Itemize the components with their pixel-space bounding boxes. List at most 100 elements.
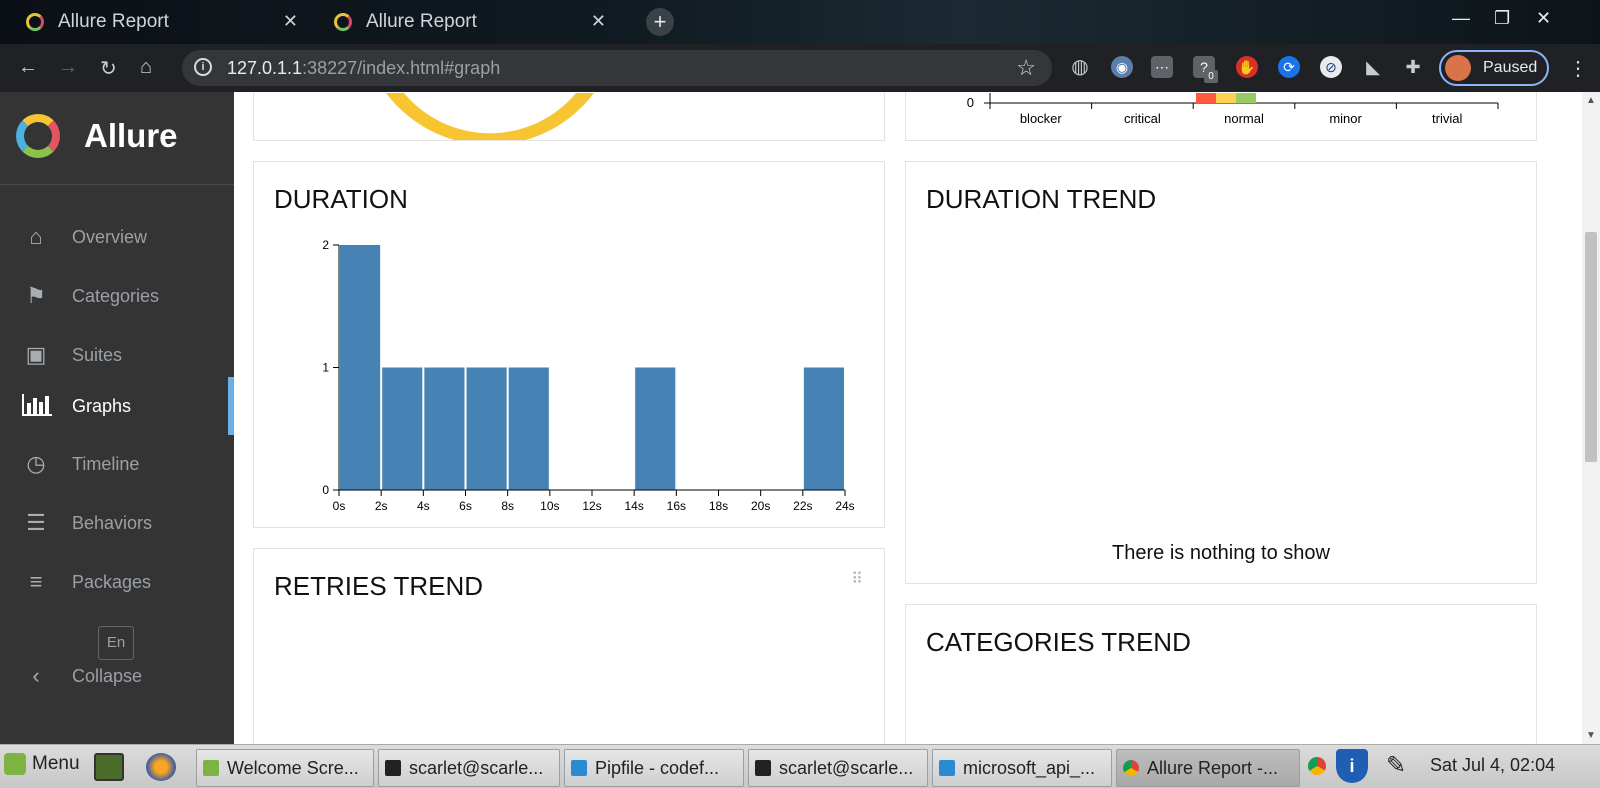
card-title: CATEGORIES TREND bbox=[926, 627, 1191, 657]
eyes-extension-icon[interactable]: ◉ bbox=[1111, 56, 1133, 78]
brand[interactable]: Allure bbox=[16, 114, 178, 158]
bookmark-extension-icon[interactable]: ◣ bbox=[1362, 56, 1384, 78]
profile-button[interactable]: Paused bbox=[1439, 50, 1549, 86]
chrome-icon bbox=[1123, 760, 1139, 776]
update-shield-icon[interactable]: i bbox=[1336, 749, 1368, 783]
terminal-icon bbox=[755, 760, 771, 776]
show-desktop-icon[interactable] bbox=[94, 753, 124, 781]
browser-tab-strip: Allure Report ✕ Allure Report ✕ + — ❐ ✕ bbox=[0, 0, 1600, 44]
sync-extension-icon[interactable]: ⟳ bbox=[1278, 56, 1300, 78]
taskbar-window[interactable]: Welcome Scre... bbox=[196, 749, 374, 787]
close-tab-icon[interactable]: ✕ bbox=[283, 11, 298, 32]
y-tick-label: 0 bbox=[967, 95, 974, 110]
new-tab-button[interactable]: + bbox=[646, 8, 674, 36]
status-pie-chart bbox=[386, 93, 594, 140]
window-icon bbox=[203, 760, 219, 776]
sidebar-item-graphs[interactable]: Graphs bbox=[0, 377, 234, 435]
browser-menu-icon[interactable]: ⋮ bbox=[1568, 56, 1588, 81]
profile-status: Paused bbox=[1483, 59, 1538, 76]
taskbar-window[interactable]: Pipfile - codef... bbox=[564, 749, 744, 787]
globe-extension-icon[interactable]: ◍ bbox=[1069, 56, 1091, 78]
forward-arrow-icon[interactable]: → bbox=[58, 56, 78, 79]
tab-title: Allure Report bbox=[58, 11, 169, 32]
histogram-bar bbox=[424, 367, 465, 490]
taskbar-window[interactable]: scarlet@scarle... bbox=[748, 749, 928, 787]
url-text[interactable]: 127.0.1.1:38227/index.html#graph bbox=[227, 58, 500, 79]
collapse-label: Collapse bbox=[72, 665, 143, 686]
scrollbar-thumb[interactable] bbox=[1585, 232, 1597, 462]
sidebar-item-overview[interactable]: ⌂ Overview bbox=[0, 209, 234, 265]
histogram-bar bbox=[635, 367, 676, 490]
start-menu-button[interactable]: Menu bbox=[4, 753, 80, 775]
page-scrollbar[interactable]: ▲ ▼ bbox=[1582, 92, 1600, 744]
x-tick-label: minor bbox=[1329, 111, 1362, 126]
histogram-bar bbox=[803, 367, 844, 490]
pie-slice bbox=[386, 93, 594, 140]
more-extension-icon[interactable]: ⋯ bbox=[1151, 56, 1173, 78]
x-tick-label: critical bbox=[1124, 111, 1161, 126]
sidebar-item-timeline[interactable]: ◷ Timeline bbox=[0, 436, 234, 492]
window-label: scarlet@scarle... bbox=[409, 757, 544, 778]
drag-handle-icon[interactable]: ⠿ bbox=[851, 569, 864, 589]
x-tick-label: 8s bbox=[501, 499, 514, 513]
sidebar-item-behaviors[interactable]: ☰ Behaviors bbox=[0, 495, 234, 551]
vscode-icon bbox=[939, 760, 955, 776]
sidebar-item-packages[interactable]: ≡ Packages bbox=[0, 554, 234, 610]
mint-logo-icon bbox=[4, 753, 26, 775]
home-icon[interactable]: ⌂ bbox=[140, 56, 152, 79]
scroll-up-icon[interactable]: ▲ bbox=[1586, 95, 1596, 106]
browser-tab[interactable]: Allure Report ✕ bbox=[308, 0, 616, 44]
x-tick-label: 6s bbox=[459, 499, 472, 513]
duration-histogram: 0120s 2s 4s 6s 8s 10s 12s 14s 16s 18s 20s 22s 24s bbox=[322, 238, 854, 513]
status-chart-card bbox=[253, 92, 885, 141]
block-extension-icon[interactable]: ⊘ bbox=[1320, 56, 1342, 78]
reload-icon[interactable]: ↻ bbox=[100, 56, 117, 81]
stop-hand-extension-icon[interactable]: ✋ bbox=[1236, 56, 1258, 78]
severity-bar-failed bbox=[1196, 93, 1216, 103]
x-tick-label: trivial bbox=[1432, 111, 1462, 126]
window-label: Pipfile - codef... bbox=[595, 757, 720, 778]
puzzle-extensions-icon[interactable]: ✚ bbox=[1402, 56, 1424, 78]
chrome-tray-icon[interactable] bbox=[1308, 757, 1326, 775]
close-tab-icon[interactable]: ✕ bbox=[591, 11, 606, 32]
back-arrow-icon[interactable]: ← bbox=[18, 56, 38, 79]
extension-badge: 0 bbox=[1204, 70, 1218, 83]
site-info-icon[interactable]: i bbox=[194, 58, 212, 76]
window-label: microsoft_api_... bbox=[963, 757, 1096, 778]
histogram-bar bbox=[382, 367, 423, 490]
histogram-bar bbox=[340, 245, 381, 490]
address-bar[interactable]: i 127.0.1.1:38227/index.html#graph ☆ bbox=[182, 50, 1052, 86]
x-tick-label: 24s bbox=[835, 499, 854, 513]
bookmark-star-icon[interactable]: ☆ bbox=[1016, 55, 1036, 81]
close-window-icon[interactable]: ✕ bbox=[1536, 8, 1551, 29]
y-tick-label: 2 bbox=[322, 238, 329, 252]
briefcase-icon: ▣ bbox=[25, 342, 47, 367]
x-tick-label: 4s bbox=[417, 499, 430, 513]
allure-logo-icon bbox=[16, 114, 60, 158]
clock[interactable]: Sat Jul 4, 02:04 bbox=[1430, 755, 1555, 776]
duration-card: DURATION 0 1 2 0s 2s 4s 6s 8s 10s 12s 14s 16s 18s 20s… bbox=[253, 161, 885, 528]
collapse-button[interactable]: ‹ Collapse bbox=[0, 648, 234, 704]
taskbar-window-active[interactable]: Allure Report -... bbox=[1116, 749, 1300, 787]
scroll-down-icon[interactable]: ▼ bbox=[1586, 730, 1596, 741]
sidebar-item-suites[interactable]: ▣ Suites bbox=[0, 327, 234, 383]
minimize-window-icon[interactable]: — bbox=[1452, 8, 1470, 29]
sidebar-item-categories[interactable]: ⚑ Categories bbox=[0, 268, 234, 324]
histogram-bar bbox=[466, 367, 507, 490]
x-tick-label: 14s bbox=[624, 499, 643, 513]
x-tick-label: 16s bbox=[667, 499, 686, 513]
taskbar-window[interactable]: microsoft_api_... bbox=[932, 749, 1112, 787]
severity-chart: 0 blocker critical normal minor trivial bbox=[967, 93, 1499, 126]
y-tick-label: 1 bbox=[322, 361, 329, 375]
firefox-icon[interactable] bbox=[146, 753, 176, 781]
browser-tab[interactable]: Allure Report ✕ bbox=[0, 0, 308, 44]
sidebar-item-label: Suites bbox=[72, 344, 123, 365]
network-plug-icon[interactable]: ✎ bbox=[1386, 751, 1406, 780]
home-icon: ⌂ bbox=[29, 224, 43, 249]
brand-title: Allure bbox=[84, 117, 178, 154]
chevron-left-icon: ‹ bbox=[32, 663, 40, 688]
categories-trend-card: CATEGORIES TREND bbox=[905, 604, 1537, 744]
taskbar-window[interactable]: scarlet@scarle... bbox=[378, 749, 560, 787]
histogram-bar bbox=[508, 367, 549, 490]
maximize-window-icon[interactable]: ❐ bbox=[1494, 8, 1510, 29]
